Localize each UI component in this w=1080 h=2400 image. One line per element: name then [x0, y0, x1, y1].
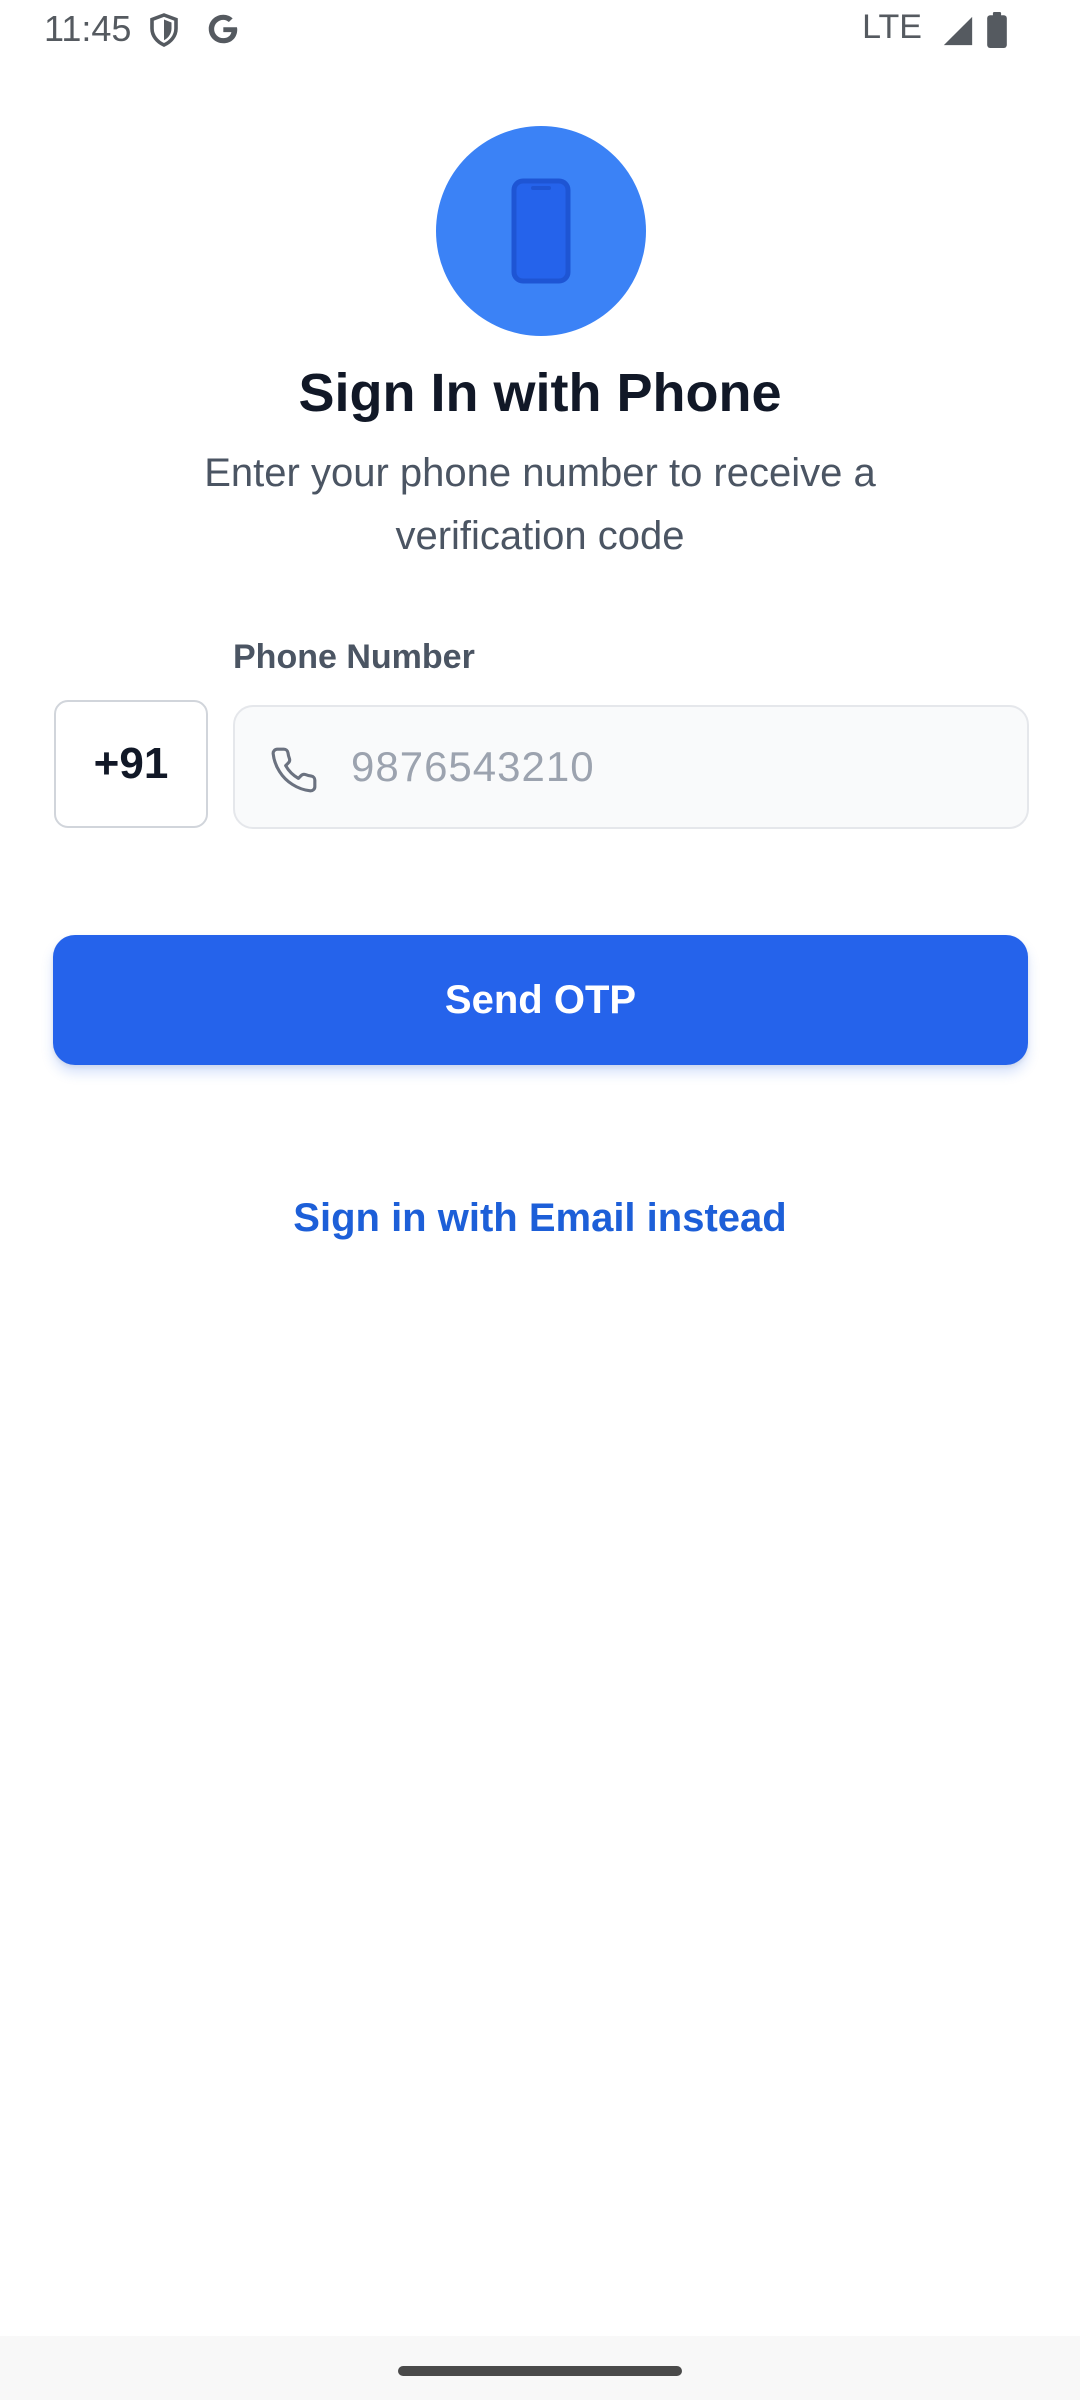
hero-phone-badge	[436, 126, 646, 336]
signal-icon	[943, 16, 973, 46]
home-indicator[interactable]	[398, 2366, 682, 2376]
sign-in-with-email-link[interactable]: Sign in with Email instead	[0, 1196, 1080, 1241]
google-icon	[208, 14, 238, 44]
page-title: Sign In with Phone	[298, 363, 782, 423]
phone-number-label: Phone Number	[233, 638, 475, 676]
status-time: 11:45	[44, 8, 132, 49]
smartphone-icon	[511, 178, 571, 284]
country-code-selector[interactable]: +91	[54, 700, 208, 828]
status-bar: 11:45 LTE	[0, 0, 1080, 62]
phone-sign-in-screen: 11:45 LTE Sign In with Phone Enter your …	[0, 0, 1080, 2400]
page-subtitle: Enter your phone number to receive a ver…	[204, 451, 876, 558]
navigation-bar	[0, 2336, 1080, 2400]
phone-placeholder: 9876543210	[351, 743, 595, 790]
network-type: LTE	[862, 8, 922, 46]
battery-icon	[987, 12, 1007, 48]
shield-icon	[150, 13, 178, 47]
phone-icon	[271, 747, 317, 793]
phone-number-input[interactable]: 9876543210	[233, 705, 1029, 829]
send-otp-button[interactable]: Send OTP	[53, 935, 1028, 1065]
